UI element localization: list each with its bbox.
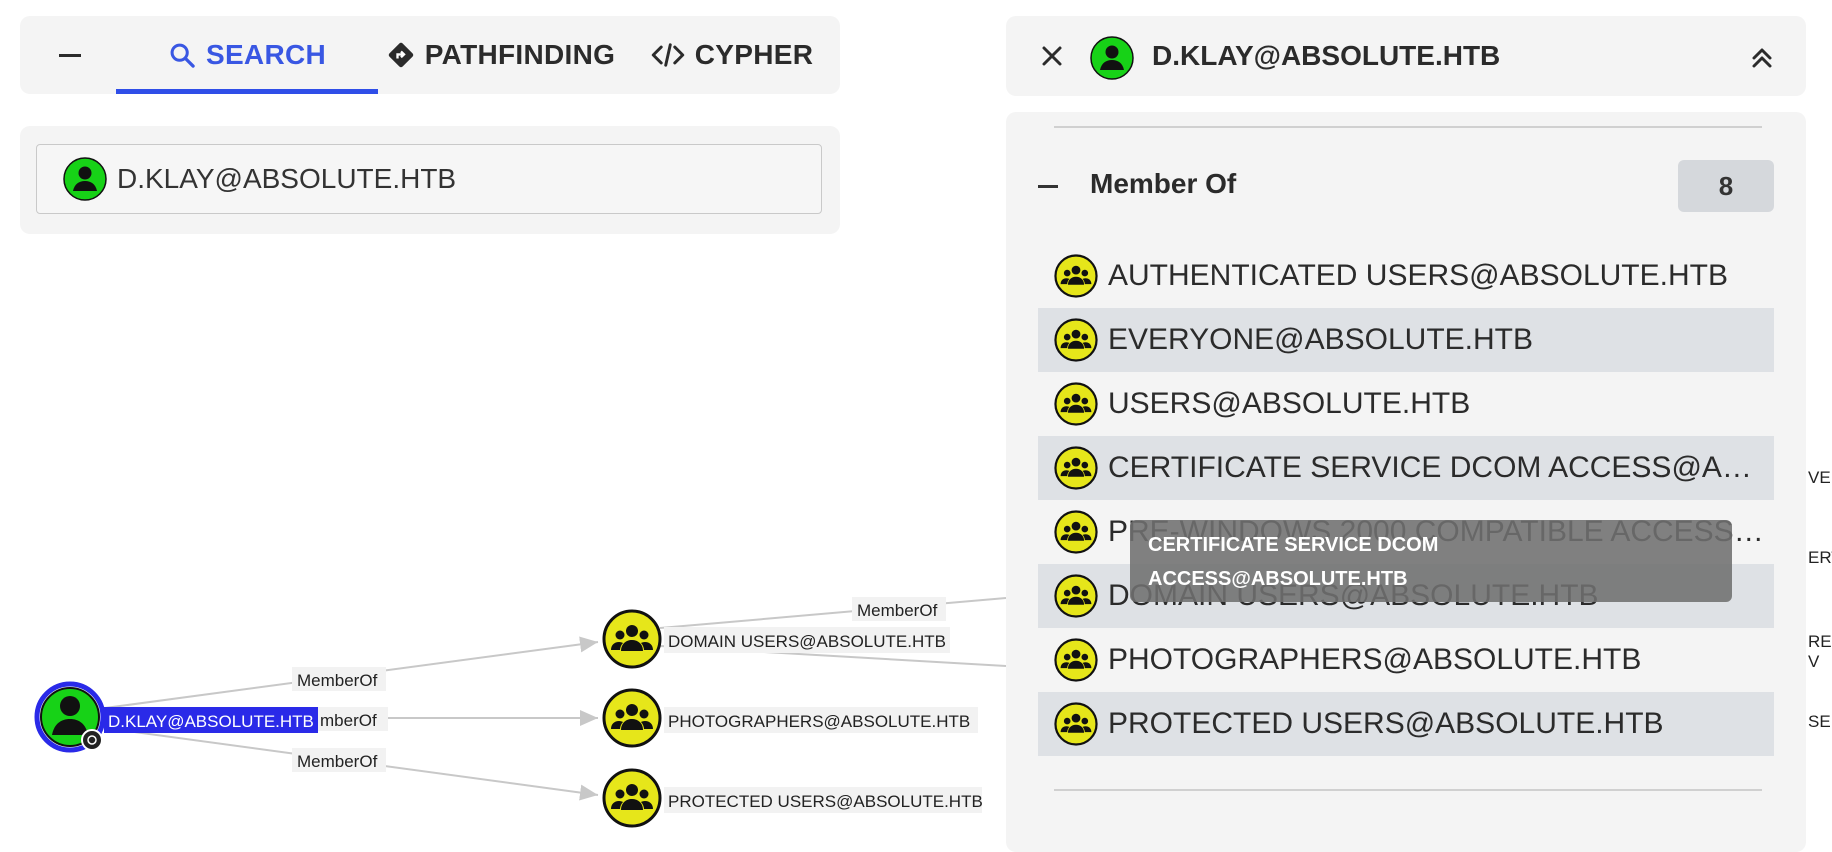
member-of-item-label: AUTHENTICATED USERS@ABSOLUTE.HTB (1108, 259, 1728, 292)
source-node-label: D.KLAY@ABSOLUTE.HTB (108, 712, 314, 731)
tooltip: CERTIFICATE SERVICE DCOM ACCESS@ABSOLUTE… (1130, 520, 1732, 602)
entity-panel-body: Member Of 8 AUTHENTICATED USERS@ABSOLUTE… (1006, 112, 1806, 852)
group-icon (1054, 574, 1098, 618)
collapse-panel-button[interactable] (1744, 40, 1780, 76)
edge-label-fragment: ERT (1808, 548, 1832, 567)
node-badge-icon (81, 729, 103, 751)
search-tabs-bar: SEARCH PATHFINDING CYPHER (20, 16, 840, 94)
graph-node-source-user[interactable]: D.KLAY@ABSOLUTE.HTB (34, 681, 318, 753)
edge-label: MemberOf (292, 667, 386, 691)
tab-search-label: SEARCH (205, 39, 327, 70)
route-diamond-icon (388, 42, 413, 68)
user-icon (60, 696, 80, 716)
tab-cypher[interactable]: CYPHER (638, 16, 826, 94)
svg-text:PHOTOGRAPHERS@ABSOLUTE.HTB: PHOTOGRAPHERS@ABSOLUTE.HTB (668, 712, 970, 731)
edge-label: mberOf (316, 707, 388, 731)
group-icon (602, 609, 662, 669)
group-icon (1054, 254, 1098, 298)
edge-label-fragment: RE-V (1808, 632, 1832, 671)
member-of-item[interactable]: USERS@ABSOLUTE.HTB (1038, 372, 1774, 436)
group-icon (602, 768, 662, 828)
group-icon (1054, 446, 1098, 490)
svg-text:PROTECTED USERS@ABSOLUTE.HTB: PROTECTED USERS@ABSOLUTE.HTB (668, 792, 983, 811)
minus-icon (1038, 184, 1058, 188)
member-of-count-badge: 8 (1678, 160, 1774, 212)
user-icon (63, 157, 107, 201)
group-icon (1054, 638, 1098, 682)
entity-panel-header: D.KLAY@ABSOLUTE.HTB (1006, 16, 1806, 96)
user-icon (1090, 36, 1134, 80)
section-divider (1054, 126, 1762, 128)
tooltip-line: CERTIFICATE SERVICE DCOM (1148, 534, 1439, 556)
group-icon (602, 688, 662, 748)
section-divider (1054, 789, 1762, 791)
group-icon (1054, 382, 1098, 426)
member-of-toggle[interactable] (1038, 166, 1062, 206)
svg-text:MemberOf: MemberOf (297, 671, 378, 690)
tab-pathfinding[interactable]: PATHFINDING (382, 16, 620, 94)
member-of-item-label: USERS@ABSOLUTE.HTB (1108, 387, 1471, 420)
edge-label: MemberOf (852, 597, 946, 621)
edge-offscreen-1 (659, 597, 1007, 629)
group-icon (1054, 510, 1098, 554)
search-input-value: D.KLAY@ABSOLUTE.HTB (117, 163, 457, 194)
close-button[interactable] (1034, 38, 1070, 74)
svg-text:DOMAIN USERS@ABSOLUTE.HTB: DOMAIN USERS@ABSOLUTE.HTB (668, 632, 946, 651)
member-of-list: AUTHENTICATED USERS@ABSOLUTE.HTB EVERYONE… (1038, 244, 1774, 756)
edge-label-fragment: SER (1808, 712, 1832, 731)
edge-label-fragment: VER (1808, 468, 1832, 487)
member-of-item-label: PROTECTED USERS@ABSOLUTE.HTB (1108, 707, 1664, 740)
svg-text:MemberOf: MemberOf (857, 601, 938, 620)
code-icon (651, 43, 684, 67)
member-of-title: Member Of (1090, 168, 1237, 199)
member-of-item[interactable]: PROTECTED USERS@ABSOLUTE.HTB (1038, 692, 1774, 756)
group-icon (1054, 702, 1098, 746)
group-icon (1054, 318, 1098, 362)
search-panel: D.KLAY@ABSOLUTE.HTB (20, 126, 840, 234)
member-of-item-label: CERTIFICATE SERVICE DCOM ACCESS@ABSOLUTE… (1108, 451, 1768, 484)
tab-cypher-label: CYPHER (694, 39, 814, 70)
member-of-item[interactable]: CERTIFICATE SERVICE DCOM ACCESS@ABSOLUTE… (1038, 436, 1774, 500)
entity-title: D.KLAY@ABSOLUTE.HTB (1152, 40, 1501, 71)
member-of-item[interactable]: AUTHENTICATED USERS@ABSOLUTE.HTB (1038, 244, 1774, 308)
member-of-item-label: EVERYONE@ABSOLUTE.HTB (1108, 323, 1534, 356)
user-avatar (1090, 36, 1134, 80)
close-icon (1042, 46, 1062, 66)
minus-icon (59, 53, 81, 57)
search-input[interactable]: D.KLAY@ABSOLUTE.HTB (36, 144, 822, 214)
search-icon (170, 43, 195, 68)
member-of-item[interactable]: PHOTOGRAPHERS@ABSOLUTE.HTB (1038, 628, 1774, 692)
tab-pathfinding-label: PATHFINDING (424, 39, 616, 70)
tab-search[interactable]: SEARCH (116, 16, 378, 94)
double-chevron-up-icon (1752, 48, 1772, 68)
graph-node-photographers[interactable]: PHOTOGRAPHERS@ABSOLUTE.HTB (602, 688, 978, 748)
member-of-item[interactable]: EVERYONE@ABSOLUTE.HTB (1038, 308, 1774, 372)
member-of-item-label: PHOTOGRAPHERS@ABSOLUTE.HTB (1108, 643, 1642, 676)
graph-node-protected-users[interactable]: PROTECTED USERS@ABSOLUTE.HTB (602, 768, 983, 828)
svg-text:MemberOf: MemberOf (297, 752, 378, 771)
edge-label: MemberOf (292, 748, 386, 772)
collapse-button[interactable] (50, 16, 90, 94)
tooltip-line: ACCESS@ABSOLUTE.HTB (1148, 568, 1408, 590)
svg-text:mberOf: mberOf (320, 711, 377, 730)
